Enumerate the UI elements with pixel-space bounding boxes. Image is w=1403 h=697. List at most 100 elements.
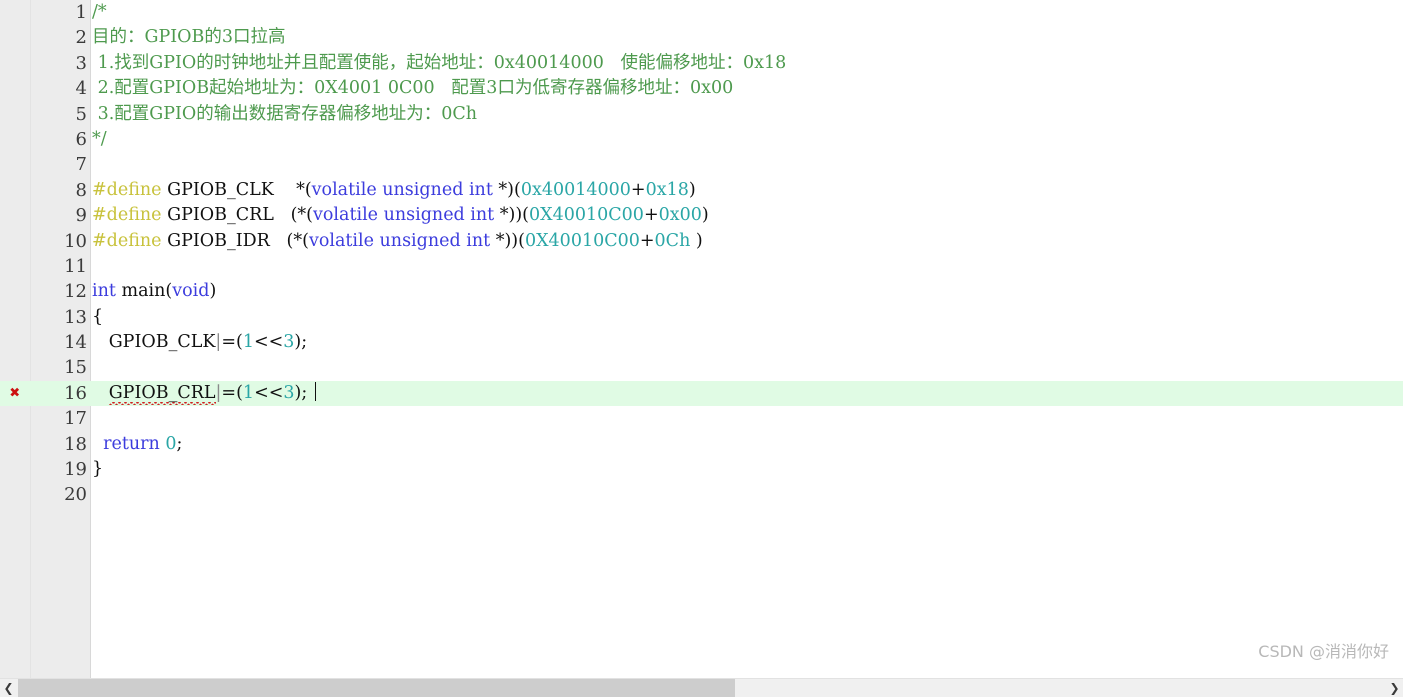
code-lines: 1/* 2 目的：GPIOB的3口拉高 3 1.找到GPIO的时钟地址并且配置使能，起…: [0, 0, 1403, 508]
code-token: 0Ch: [654, 230, 691, 251]
code-token: {: [92, 306, 104, 327]
line-content[interactable]: int main(void): [92, 279, 216, 304]
code-line[interactable]: ✖ 16 GPIOB_CRL|=(1<<3);: [0, 380, 1403, 407]
line-number: 18: [64, 433, 87, 455]
line-content[interactable]: 3.配置GPIO的输出数据寄存器偏移地址为：0Ch: [92, 102, 478, 127]
code-token: 1: [242, 382, 255, 403]
code-token: );: [294, 382, 313, 403]
code-token: *))(: [490, 230, 525, 251]
text-caret: [314, 381, 316, 401]
code-token: main(: [115, 281, 173, 302]
code-token: +: [639, 230, 655, 251]
code-token: ): [690, 230, 703, 251]
code-token: +: [643, 205, 659, 226]
line-number: 6: [75, 128, 87, 150]
code-line[interactable]: 1/*: [0, 0, 1403, 25]
line-number: 15: [64, 357, 87, 379]
line-number: 17: [64, 408, 87, 430]
code-token: int: [92, 281, 116, 302]
line-number: 19: [64, 459, 87, 481]
code-line[interactable]: 11: [0, 254, 1403, 279]
code-line[interactable]: 6 */: [0, 127, 1403, 152]
scrollbar-thumb[interactable]: [18, 679, 735, 697]
line-content[interactable]: GPIOB_CLK|=(1<<3);: [92, 330, 307, 355]
code-token: 3: [283, 332, 295, 353]
code-token: =(: [221, 332, 243, 353]
code-line[interactable]: 20: [0, 482, 1403, 507]
line-content[interactable]: 目的：GPIOB的3口拉高: [92, 25, 286, 50]
code-token: 3: [283, 382, 295, 403]
code-token: 1: [242, 332, 254, 353]
code-token: <<: [254, 382, 284, 403]
line-number: 11: [64, 255, 87, 277]
code-line[interactable]: 8 #define GPIOB_CLK *(volatile unsigned i…: [0, 178, 1403, 203]
line-content[interactable]: return 0;: [92, 432, 182, 457]
scroll-right-arrow[interactable]: ❯: [1386, 679, 1403, 697]
code-token: ): [688, 179, 696, 200]
code-token: 1.找到GPIO的时钟地址并且配置使能，起始地址：0x40014000 使能偏移…: [92, 52, 787, 73]
line-content[interactable]: 2.配置GPIOB起始地址为：0X4001 0C00 配置3口为低寄存器偏移地址…: [92, 76, 734, 101]
code-line[interactable]: 14 GPIOB_CLK|=(1<<3);: [0, 330, 1403, 355]
code-line[interactable]: 17: [0, 406, 1403, 431]
code-token: 0x40014000: [520, 179, 631, 200]
line-content[interactable]: /*: [92, 0, 107, 25]
line-number: 5: [75, 103, 87, 125]
code-token: ): [209, 281, 217, 302]
code-token: 0X40010C00: [529, 205, 644, 226]
code-line[interactable]: 7: [0, 152, 1403, 177]
code-editor[interactable]: 1/* 2 目的：GPIOB的3口拉高 3 1.找到GPIO的时钟地址并且配置使能，起…: [0, 0, 1403, 678]
code-token: *))(: [494, 205, 530, 226]
code-token: 目的：GPIOB的3口拉高: [92, 27, 286, 48]
code-line[interactable]: 12 int main(void): [0, 279, 1403, 304]
line-content[interactable]: {: [92, 305, 103, 330]
line-number: 16: [64, 382, 87, 404]
horizontal-scrollbar[interactable]: ❮ ❯: [0, 678, 1403, 697]
scroll-left-arrow[interactable]: ❮: [0, 679, 17, 697]
code-token: 0x18: [645, 179, 689, 200]
line-content[interactable]: #define GPIOB_IDR (*(volatile unsigned i…: [92, 229, 703, 254]
line-number: 14: [64, 332, 87, 354]
code-token: #define: [92, 205, 162, 226]
code-token: 2.配置GPIOB起始地址为：0X4001 0C00 配置3口为低寄存器偏移地址…: [92, 78, 734, 99]
code-token: GPIOB_IDR (*(: [161, 230, 309, 251]
code-line[interactable]: 13{: [0, 305, 1403, 330]
line-content[interactable]: */: [92, 127, 107, 152]
line-content[interactable]: #define GPIOB_CLK *(volatile unsigned in…: [92, 178, 696, 203]
error-marker[interactable]: ✖: [0, 381, 30, 406]
code-token: *)(: [492, 179, 521, 200]
code-line[interactable]: 5 3.配置GPIO的输出数据寄存器偏移地址为：0Ch: [0, 102, 1403, 127]
code-line[interactable]: 19}: [0, 457, 1403, 482]
line-number: 3: [75, 52, 87, 74]
code-token: +: [630, 179, 646, 200]
code-line[interactable]: 9 #define GPIOB_CRL (*(volatile unsigned …: [0, 203, 1403, 228]
code-line[interactable]: 18 return 0;: [0, 432, 1403, 457]
code-token: GPIOB_CLK: [161, 179, 297, 200]
line-content[interactable]: #define GPIOB_CRL (*(volatile unsigned i…: [92, 203, 709, 228]
code-line[interactable]: 2 目的：GPIOB的3口拉高: [0, 25, 1403, 50]
line-content[interactable]: 1.找到GPIO的时钟地址并且配置使能，起始地址：0x40014000 使能偏移…: [92, 51, 787, 76]
line-content[interactable]: }: [92, 457, 103, 482]
code-line[interactable]: 10 #define GPIOB_IDR (*(volatile unsigned…: [0, 229, 1403, 254]
code-line[interactable]: 4 2.配置GPIOB起始地址为：0X4001 0C00 配置3口为低寄存器偏移…: [0, 76, 1403, 101]
line-number: 20: [64, 484, 87, 506]
code-token: 0X40010C00: [524, 230, 640, 251]
code-line[interactable]: 3 1.找到GPIO的时钟地址并且配置使能，起始地址：0x40014000 使能…: [0, 51, 1403, 76]
code-token: /*: [92, 2, 107, 22]
line-number: 1: [75, 2, 87, 23]
code-line[interactable]: 15: [0, 355, 1403, 380]
code-token: }: [92, 459, 104, 480]
code-token: volatile unsigned int: [311, 179, 493, 200]
error-underlined-token: GPIOB_CRL: [108, 382, 216, 403]
code-token: );: [294, 332, 308, 353]
line-number: 2: [75, 27, 87, 49]
line-number: 10: [64, 230, 87, 252]
line-number: 8: [75, 179, 87, 201]
code-token: void: [172, 281, 210, 302]
line-number: 4: [75, 78, 87, 100]
line-content[interactable]: GPIOB_CRL|=(1<<3);: [92, 381, 318, 406]
code-token: =(: [221, 382, 243, 403]
code-token: #define: [92, 179, 162, 200]
code-token: ): [701, 205, 709, 226]
